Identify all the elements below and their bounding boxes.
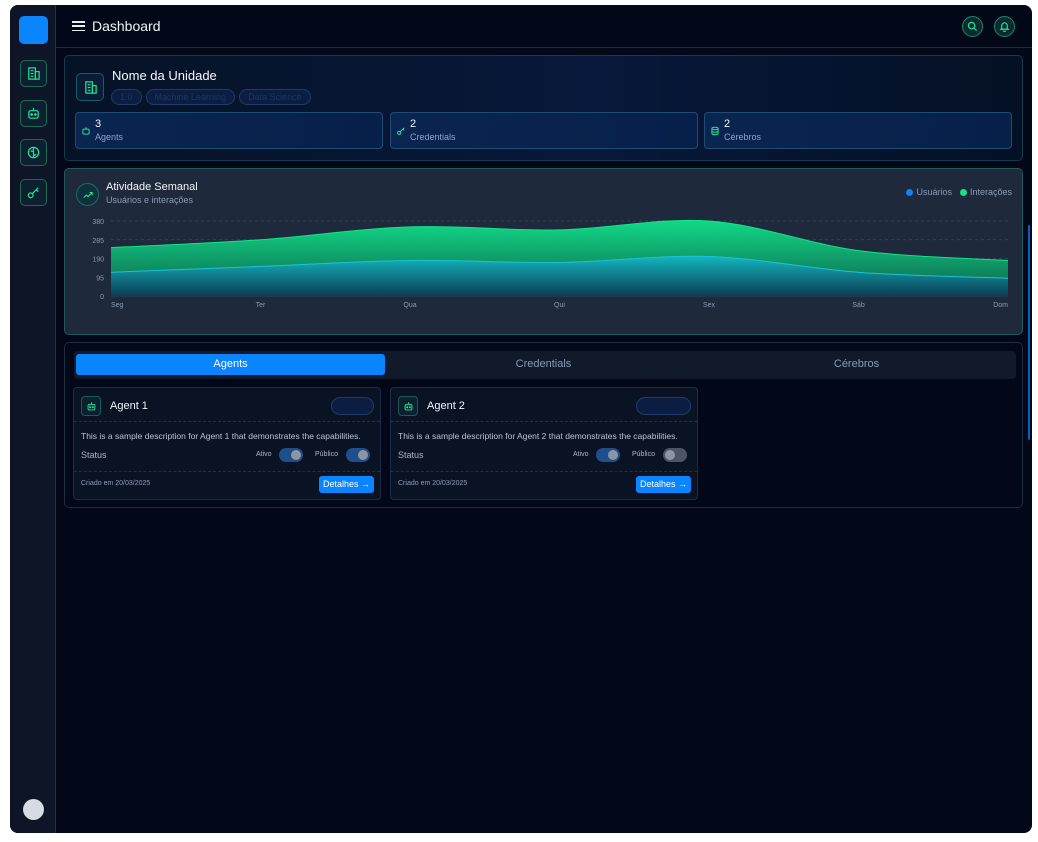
x-tick-label: Ter <box>256 302 266 309</box>
stat-agents[interactable]: 3 Agents <box>75 112 383 149</box>
status-label: Status <box>81 450 107 460</box>
y-tick-label: 95 <box>96 275 104 282</box>
y-tick-label: 0 <box>100 294 104 301</box>
page-title: Dashboard <box>92 18 161 34</box>
active-toggle[interactable] <box>279 448 303 462</box>
robot-icon <box>82 127 90 135</box>
stat-agents-value: 3 <box>95 118 102 130</box>
active-toggle[interactable] <box>596 448 620 462</box>
key-icon <box>397 127 405 135</box>
stat-agents-label: Agents <box>95 132 124 142</box>
tabs-card: Agents Credentials Cérebros Agent 1 This… <box>64 342 1023 508</box>
building-icon[interactable] <box>20 60 47 87</box>
robot-icon <box>81 396 101 416</box>
search-icon[interactable] <box>962 16 983 37</box>
x-tick-label: Qui <box>554 302 565 309</box>
y-tick-label: 190 <box>92 257 104 264</box>
stat-credentials-value: 2 <box>410 118 417 130</box>
status-label: Status <box>398 450 424 460</box>
bell-icon[interactable] <box>994 16 1015 37</box>
created-date: Criado em 20/03/2025 <box>398 480 468 487</box>
weekly-activity-card: Atividade Semanal Usuários e interações … <box>64 168 1023 335</box>
agent-badge <box>636 397 691 415</box>
tag-data-science: Data Science <box>239 89 311 105</box>
active-label: Ativo <box>573 451 589 458</box>
tab-agents[interactable]: Agents <box>76 354 385 375</box>
public-label: Público <box>632 451 655 458</box>
key-icon[interactable] <box>20 179 47 206</box>
agent-card-header: Agent 1 <box>74 388 380 422</box>
tab-bar: Agents Credentials Cérebros <box>74 351 1016 379</box>
unit-name: Nome da Unidade <box>112 68 217 83</box>
building-icon <box>76 73 104 101</box>
x-tick-label: Qua <box>403 302 416 309</box>
sidebar <box>10 5 56 833</box>
divider <box>391 471 697 472</box>
tab-credentials[interactable]: Credentials <box>389 354 698 375</box>
public-toggle[interactable] <box>663 448 687 462</box>
stat-credentials[interactable]: 2 Credentials <box>390 112 698 149</box>
y-tick-label: 285 <box>92 238 104 245</box>
x-tick-label: Sáb <box>852 302 865 309</box>
stat-cerebros-value: 2 <box>724 118 731 130</box>
top-bar: Dashboard <box>56 5 1032 48</box>
agent-description: This is a sample description for Agent 1… <box>81 431 361 441</box>
tag-machine-learning: Machine Learning <box>145 89 236 105</box>
database-icon <box>711 126 719 136</box>
robot-icon[interactable] <box>20 100 47 127</box>
brain-icon[interactable] <box>20 139 47 166</box>
divider <box>74 471 380 472</box>
stat-credentials-label: Credentials <box>410 132 456 142</box>
agent-description: This is a sample description for Agent 2… <box>398 431 678 441</box>
area-chart: 0 95 190 285 380 Seg Ter Qua Qui Sex Sáb Dom <box>92 219 1008 309</box>
x-tick-label: Seg <box>111 302 124 309</box>
tag-version: 1.0 <box>111 89 142 105</box>
created-date: Criado em 20/03/2025 <box>81 480 151 487</box>
agent-card-header: Agent 2 <box>391 388 697 422</box>
menu-icon[interactable] <box>72 20 85 32</box>
tab-cerebros[interactable]: Cérebros <box>702 354 1011 375</box>
details-button[interactable]: Detalhes → <box>636 476 691 493</box>
agent-card[interactable]: Agent 2 This is a sample description for… <box>390 387 698 500</box>
agent-card[interactable]: Agent 1 This is a sample description for… <box>73 387 381 500</box>
active-label: Ativo <box>256 451 272 458</box>
agent-name: Agent 2 <box>427 400 465 412</box>
x-tick-label: Dom <box>993 302 1008 309</box>
details-button[interactable]: Detalhes → <box>319 476 374 493</box>
scrollbar[interactable] <box>1028 225 1030 440</box>
y-tick-label: 380 <box>92 219 104 226</box>
avatar[interactable] <box>23 799 44 820</box>
unit-tags: 1.0 Machine Learning Data Science <box>111 89 311 105</box>
robot-icon <box>398 396 418 416</box>
unit-card: Nome da Unidade 1.0 Machine Learning Dat… <box>64 55 1023 161</box>
stat-cerebros-label: Cérebros <box>724 132 762 142</box>
stat-cerebros[interactable]: 2 Cérebros <box>704 112 1012 149</box>
public-toggle[interactable] <box>346 448 370 462</box>
public-label: Público <box>315 451 338 458</box>
app-window: Dashboard Nome da Unidade 1.0 Machine Le… <box>10 5 1032 833</box>
agent-name: Agent 1 <box>110 400 148 412</box>
x-tick-label: Sex <box>703 302 716 309</box>
logo[interactable] <box>19 16 48 44</box>
agent-badge <box>331 397 374 415</box>
